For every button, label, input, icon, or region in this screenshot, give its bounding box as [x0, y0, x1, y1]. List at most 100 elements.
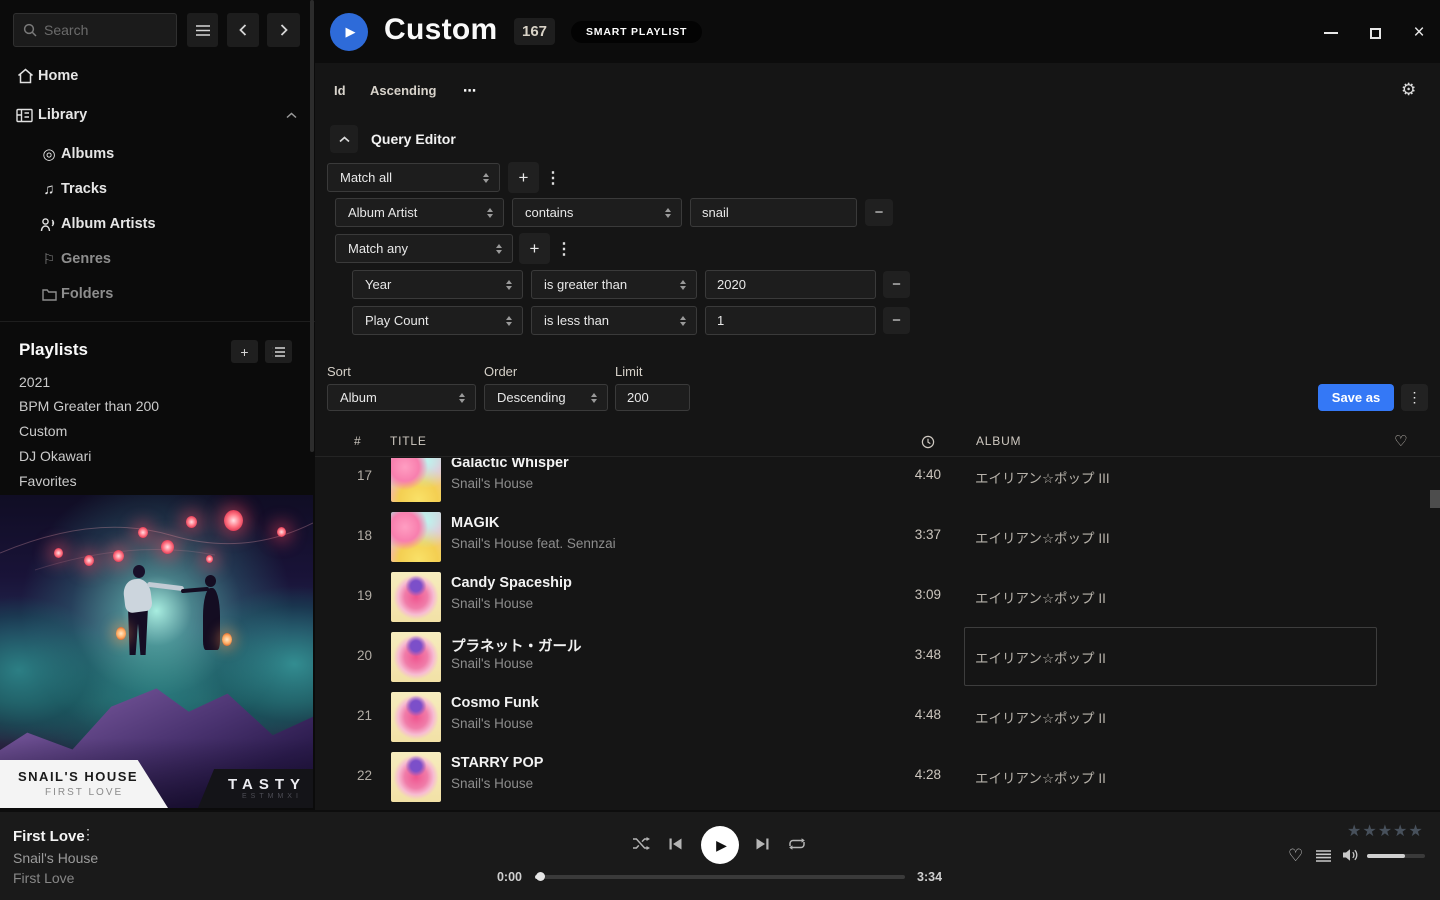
playlist-options-button[interactable] [265, 340, 292, 363]
sidebar-item-tracks[interactable]: ♫ Tracks [0, 175, 300, 203]
playlist-item[interactable]: 2021 [19, 374, 50, 394]
rule2-value-input[interactable] [705, 270, 876, 299]
seek-bar[interactable] [535, 875, 905, 879]
table-row[interactable]: 17 Galactic Whisper Snail's House 4:40 エ… [315, 458, 1440, 507]
remove-rule1-button[interactable]: − [865, 199, 893, 226]
track-artist: Snail's House feat. Sennzai [451, 536, 616, 551]
playlist-item[interactable]: DJ Okawari [19, 448, 91, 468]
main-scrollbar[interactable] [1430, 490, 1440, 508]
star-icon[interactable]: ★ [1347, 821, 1361, 841]
limit-input[interactable] [615, 384, 690, 411]
track-album: エイリアン☆ポップ II [975, 587, 1106, 607]
chevron-up-icon[interactable] [281, 112, 301, 119]
add-playlist-button[interactable]: + [231, 340, 258, 363]
seek-thumb[interactable] [536, 872, 545, 881]
query-editor-collapse-button[interactable] [330, 125, 358, 153]
star-icon[interactable]: ★ [1378, 821, 1392, 841]
rule1-operator-select[interactable]: contains [512, 198, 682, 227]
sidebar-item-genres[interactable]: ⚐ Genres [0, 245, 300, 273]
maximize-button[interactable] [1360, 22, 1390, 44]
label-logo-text: TASTY [228, 776, 306, 793]
forward-button[interactable] [267, 13, 300, 47]
elapsed-time: 0:00 [487, 870, 522, 884]
select-value: Album [340, 390, 377, 405]
minimize-button[interactable] [1316, 22, 1346, 44]
star-icon[interactable]: ★ [1362, 821, 1376, 841]
save-menu-button[interactable]: ⋮ [1401, 384, 1428, 411]
artwork-artist-text: SNAIL'S HOUSE [18, 769, 138, 784]
sidebar-item-label: Genres [61, 251, 111, 267]
close-button[interactable]: × [1404, 22, 1434, 44]
star-icon[interactable]: ★ [1408, 821, 1422, 841]
remove-rule2-button[interactable]: − [883, 271, 910, 298]
select-value: Match any [348, 241, 408, 256]
search-input[interactable] [44, 22, 167, 38]
volume-slider[interactable] [1367, 854, 1425, 858]
column-album[interactable]: ALBUM [976, 434, 1021, 448]
column-title[interactable]: TITLE [390, 434, 427, 448]
play-pause-button[interactable]: ▶ [701, 826, 739, 864]
previous-track-button[interactable] [669, 838, 682, 850]
table-row[interactable]: 18 MAGIK Snail's House feat. Sennzai 3:3… [315, 507, 1440, 567]
sort-select[interactable]: Album [327, 384, 476, 411]
sidebar-item-label: Library [38, 107, 87, 123]
sort-field-button[interactable]: Id [334, 83, 346, 98]
track-art [391, 572, 441, 622]
queue-button[interactable] [1316, 850, 1331, 862]
repeat-button[interactable] [787, 837, 807, 851]
order-select[interactable]: Descending [484, 384, 608, 411]
group-menu-button[interactable]: ⋮ [545, 168, 561, 188]
next-track-button[interactable] [756, 838, 769, 850]
table-row[interactable]: 20 プラネット・ガール Snail's House 3:48 エイリアン☆ポッ… [315, 627, 1440, 687]
volume-button[interactable] [1342, 848, 1359, 862]
select-value: Album Artist [348, 205, 417, 220]
play-icon: ▶ [716, 837, 727, 854]
sidebar-item-library[interactable]: Library [0, 101, 300, 129]
search-box[interactable] [13, 13, 177, 47]
sidebar-scrollbar[interactable] [310, 0, 314, 452]
rule3-value-input[interactable] [705, 306, 876, 335]
star-icon[interactable]: ★ [1393, 821, 1407, 841]
rule1-value-input[interactable] [690, 198, 857, 227]
back-button[interactable] [227, 13, 259, 47]
group2-menu-button[interactable]: ⋮ [556, 239, 572, 259]
rule2-field-select[interactable]: Year [352, 270, 523, 299]
add-rule-button-2[interactable]: + [519, 233, 550, 264]
sidebar-item-albums[interactable]: ◎ Albums [0, 140, 300, 168]
rule1-field-select[interactable]: Album Artist [335, 198, 504, 227]
match-type-select-1[interactable]: Match all [327, 163, 500, 192]
menu-button[interactable] [187, 13, 218, 47]
flag-icon: ⚐ [39, 251, 59, 268]
sidebar-item-home[interactable]: Home [0, 62, 300, 90]
settings-gear-icon[interactable]: ⚙ [1401, 80, 1416, 100]
track-duration: 3:37 [871, 527, 941, 542]
limit-label: Limit [615, 364, 642, 379]
shuffle-button[interactable] [632, 836, 651, 851]
add-rule-button[interactable]: + [508, 162, 539, 193]
rule3-field-select[interactable]: Play Count [352, 306, 523, 335]
table-row[interactable]: 22 STARRY POP Snail's House 4:28 エイリアン☆ポ… [315, 747, 1440, 807]
column-index[interactable]: # [354, 434, 361, 448]
save-as-button[interactable]: Save as [1318, 384, 1394, 411]
playlist-item[interactable]: Custom [19, 423, 67, 443]
sidebar-item-folders[interactable]: Folders [0, 280, 300, 308]
now-playing-artwork[interactable]: SNAIL'S HOUSE FIRST LOVE TASTY ESTMMXI [0, 495, 313, 808]
playlist-item[interactable]: BPM Greater than 200 [19, 398, 159, 418]
remove-rule3-button[interactable]: − [883, 307, 910, 334]
track-duration: 4:48 [871, 707, 941, 722]
more-options-button[interactable]: ⋯ [463, 83, 476, 99]
table-row[interactable]: 21 Cosmo Funk Snail's House 4:48 エイリアン☆ポ… [315, 687, 1440, 747]
sort-direction-button[interactable]: Ascending [370, 83, 436, 98]
now-playing-artist: Snail's House [13, 850, 98, 866]
favorite-heart-icon[interactable]: ♡ [1288, 846, 1303, 866]
match-type-select-2[interactable]: Match any [335, 234, 513, 263]
rule2-operator-select[interactable]: is greater than [531, 270, 697, 299]
play-playlist-button[interactable]: ▶ [330, 13, 368, 51]
now-playing-menu-button[interactable]: ⋮ [81, 826, 95, 843]
favorite-column-heart-icon[interactable]: ♡ [1394, 432, 1407, 450]
playlist-item[interactable]: Favorites [19, 473, 77, 493]
table-row[interactable]: 19 Candy Spaceship Snail's House 3:09 エイ… [315, 567, 1440, 627]
duration-clock-icon[interactable] [921, 435, 935, 449]
rule3-operator-select[interactable]: is less than [531, 306, 697, 335]
sidebar-item-album-artists[interactable]: Album Artists [0, 210, 300, 238]
